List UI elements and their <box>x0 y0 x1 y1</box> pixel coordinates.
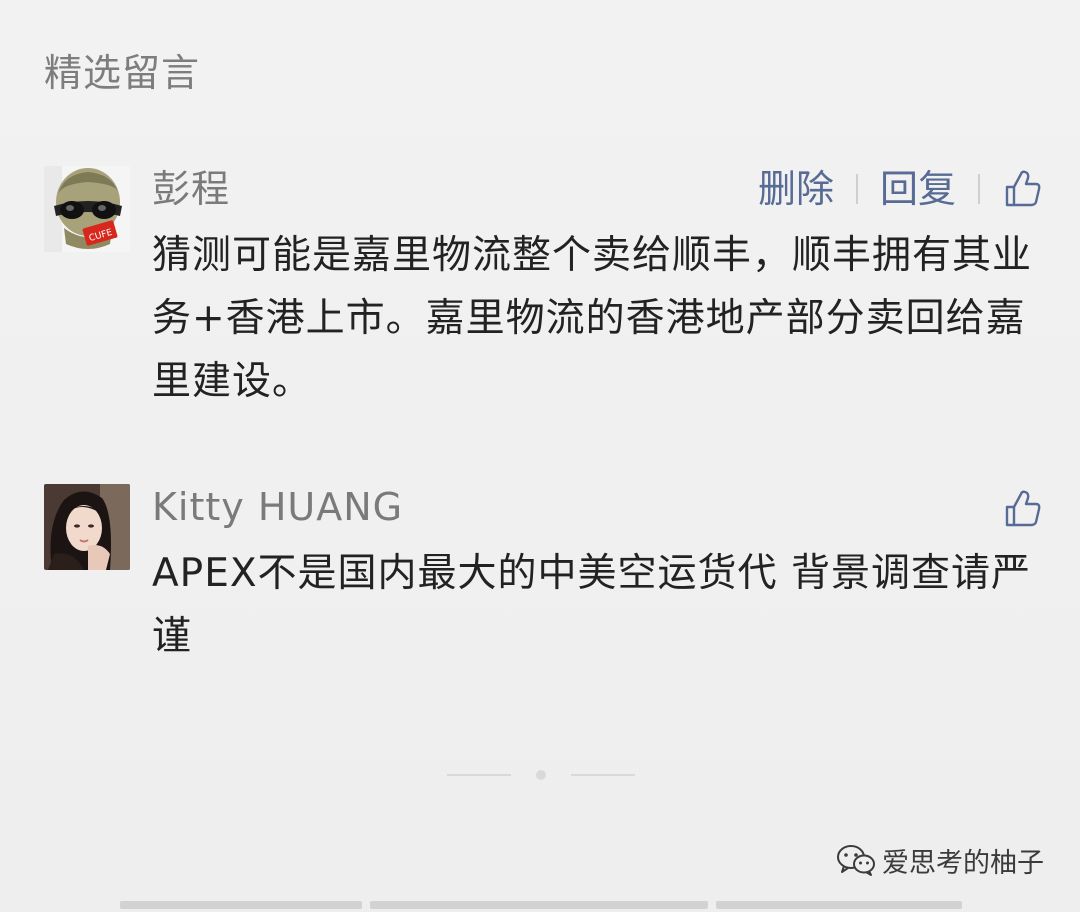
thumbs-up-icon[interactable] <box>1002 168 1044 210</box>
avatar-image <box>44 484 130 570</box>
indicator-dot <box>536 770 546 780</box>
comments-page: 精选留言 CUFE 彭程 删除 回复 猜测可能是嘉里物流整个卖给顺丰，顺丰拥有其… <box>0 0 1080 912</box>
indicator-line <box>571 774 635 776</box>
comment-text: APEX不是国内最大的中美空运货代 背景调查请严谨 <box>152 551 1031 659</box>
avatar[interactable]: CUFE <box>44 166 130 252</box>
watermark-label: 爱思考的柚子 <box>882 847 1044 879</box>
comment-item: Kitty HUANG APEX不是国内最大的中美空运货代 背景调查请严谨 <box>44 484 1044 664</box>
thumbs-up-icon[interactable] <box>1002 488 1044 530</box>
indicator-line <box>447 774 511 776</box>
section-title: 精选留言 <box>44 51 201 95</box>
comment-actions: 删除 回复 <box>758 166 1044 212</box>
wechat-logo-icon <box>837 845 875 876</box>
comment-author[interactable]: Kitty HUANG <box>152 484 403 530</box>
action-divider <box>855 174 858 204</box>
list-end-indicator <box>447 770 635 780</box>
bottom-scroll-strip <box>120 901 962 910</box>
scroll-segment <box>120 901 362 909</box>
reply-button[interactable]: 回复 <box>880 166 956 212</box>
avatar[interactable] <box>44 484 130 570</box>
comment-item: CUFE 彭程 删除 回复 猜测可能是嘉里物流整个卖给顺丰，顺丰拥有其业务+香港… <box>44 166 1044 406</box>
comment-author[interactable]: 彭程 <box>152 166 230 212</box>
comment-text: 猜测可能是嘉里物流整个卖给顺丰，顺丰拥有其业务+香港上市。嘉里物流的香港地产部分… <box>152 233 1033 404</box>
avatar-image: CUFE <box>44 166 130 252</box>
scroll-segment <box>370 901 708 909</box>
delete-button[interactable]: 删除 <box>758 166 834 212</box>
scroll-segment <box>716 901 962 909</box>
comment-actions <box>1002 486 1044 532</box>
watermark: 爱思考的柚子 <box>836 840 1044 880</box>
action-divider <box>978 174 980 204</box>
